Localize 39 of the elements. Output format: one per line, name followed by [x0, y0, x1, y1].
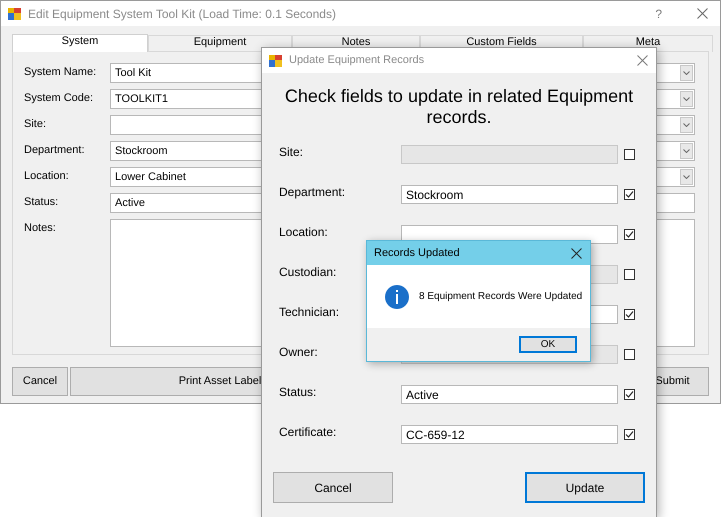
field-label: Technician: [279, 304, 340, 320]
checkbox[interactable] [624, 389, 635, 400]
checkbox[interactable] [624, 229, 635, 240]
checkbox[interactable] [624, 429, 635, 440]
message-text: 8 Equipment Records Were Updated [419, 290, 582, 304]
field-label: Site: [279, 144, 304, 160]
close-icon[interactable] [697, 8, 708, 19]
field-label: Status: [24, 195, 60, 210]
close-icon[interactable] [637, 55, 648, 66]
dialog-heading: Check fields to update in related Equipment records. [284, 86, 634, 128]
tab[interactable]: System [12, 34, 148, 52]
field-label: System Name: [24, 65, 98, 80]
dialog-title: Update Equipment Records [289, 53, 426, 68]
field-label: Notes: [24, 221, 57, 236]
text-field[interactable]: Stockroom [401, 185, 618, 204]
field-label: Owner: [279, 344, 319, 360]
app-icon [8, 8, 21, 20]
help-button[interactable]: ? [655, 4, 662, 22]
button[interactable]: Cancel [273, 472, 393, 503]
checkbox[interactable] [624, 309, 635, 320]
info-icon [385, 284, 409, 308]
field-label: Site: [24, 117, 48, 132]
field-label: Certificate: [279, 424, 338, 440]
text-field[interactable]: CC-659-12 [401, 425, 618, 444]
field-label: Location: [279, 224, 329, 240]
field-label: Custodian: [279, 264, 338, 280]
field-label: Department: [279, 184, 346, 200]
window-title: Edit Equipment System Tool Kit (Load Time: 0.1 Seconds) [28, 6, 336, 22]
ok-button[interactable]: OK [519, 336, 577, 353]
text-field[interactable]: Active [401, 385, 618, 404]
close-icon[interactable] [571, 248, 582, 258]
field-label: System Code: [24, 91, 94, 106]
checkbox[interactable] [624, 189, 635, 200]
button[interactable]: Cancel [12, 367, 68, 396]
button[interactable]: Update [525, 472, 645, 503]
app-icon [269, 54, 282, 66]
field-label: Department: [24, 143, 86, 158]
dialog-title: Records Updated [374, 246, 461, 261]
field-label: Location: [24, 169, 70, 184]
